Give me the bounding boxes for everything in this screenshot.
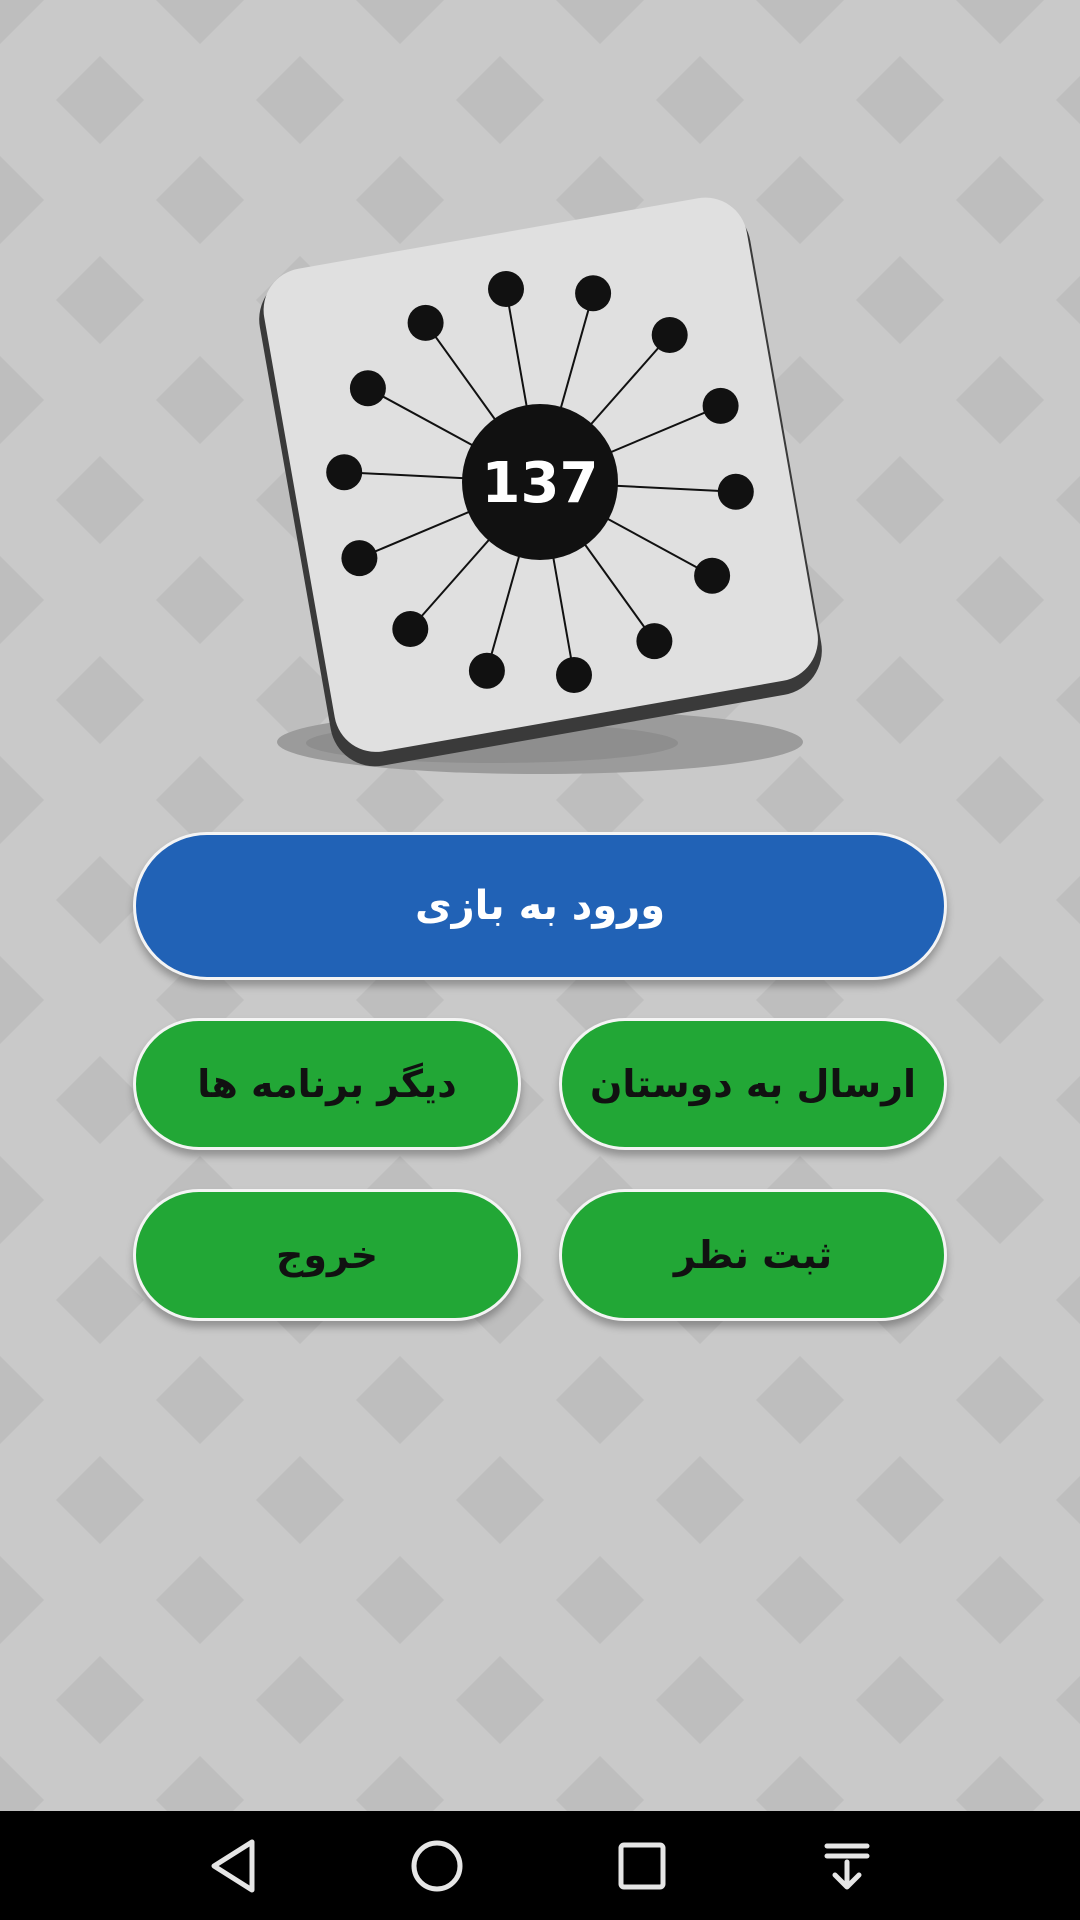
logo-pin-ball <box>702 387 739 424</box>
logo-pin-ball <box>392 611 429 647</box>
logo-pin-ball <box>651 317 688 353</box>
main-menu-screen: 137 ورود به بازی ارسال به دوستان دیگر بر… <box>0 0 1080 1811</box>
logo-pin-ball <box>326 454 363 491</box>
send-to-friends-button[interactable]: ارسال به دوستان <box>559 1018 947 1150</box>
send-to-friends-label: ارسال به دوستان <box>590 1062 916 1106</box>
play-button-label: ورود به بازی <box>414 883 666 929</box>
home-circle-icon <box>411 1840 463 1891</box>
other-apps-button[interactable]: دیگر برنامه ها <box>133 1018 521 1150</box>
nav-recents-button[interactable] <box>582 1811 702 1920</box>
exit-label: خروج <box>275 1233 379 1277</box>
pull-down-notifications-icon <box>824 1843 870 1889</box>
nav-home-button[interactable] <box>377 1811 497 1920</box>
logo-pin-ball <box>575 275 612 312</box>
logo-pin-ball <box>407 304 444 341</box>
logo-pin-ball <box>349 370 386 407</box>
back-triangle-icon <box>211 1839 255 1892</box>
logo-pin-ball <box>488 271 524 307</box>
logo-pin-ball <box>556 657 592 693</box>
nav-notifications-button[interactable] <box>787 1811 907 1920</box>
logo-score: 137 <box>482 451 599 516</box>
exit-button[interactable]: خروج <box>133 1189 521 1321</box>
logo-pin-ball <box>636 623 673 660</box>
play-button[interactable]: ورود به بازی <box>133 832 947 980</box>
logo-pin-ball <box>694 557 731 594</box>
other-apps-label: دیگر برنامه ها <box>197 1062 457 1106</box>
recents-square-icon <box>618 1842 666 1889</box>
logo-pin-ball <box>468 652 505 689</box>
android-navigation-bar <box>0 1811 1080 1920</box>
rate-label: ثبت نظر <box>673 1233 833 1277</box>
logo-pin-ball <box>341 540 378 577</box>
logo-pin-ball <box>717 473 754 510</box>
nav-back-button[interactable] <box>174 1811 294 1920</box>
rate-button[interactable]: ثبت نظر <box>559 1189 947 1321</box>
